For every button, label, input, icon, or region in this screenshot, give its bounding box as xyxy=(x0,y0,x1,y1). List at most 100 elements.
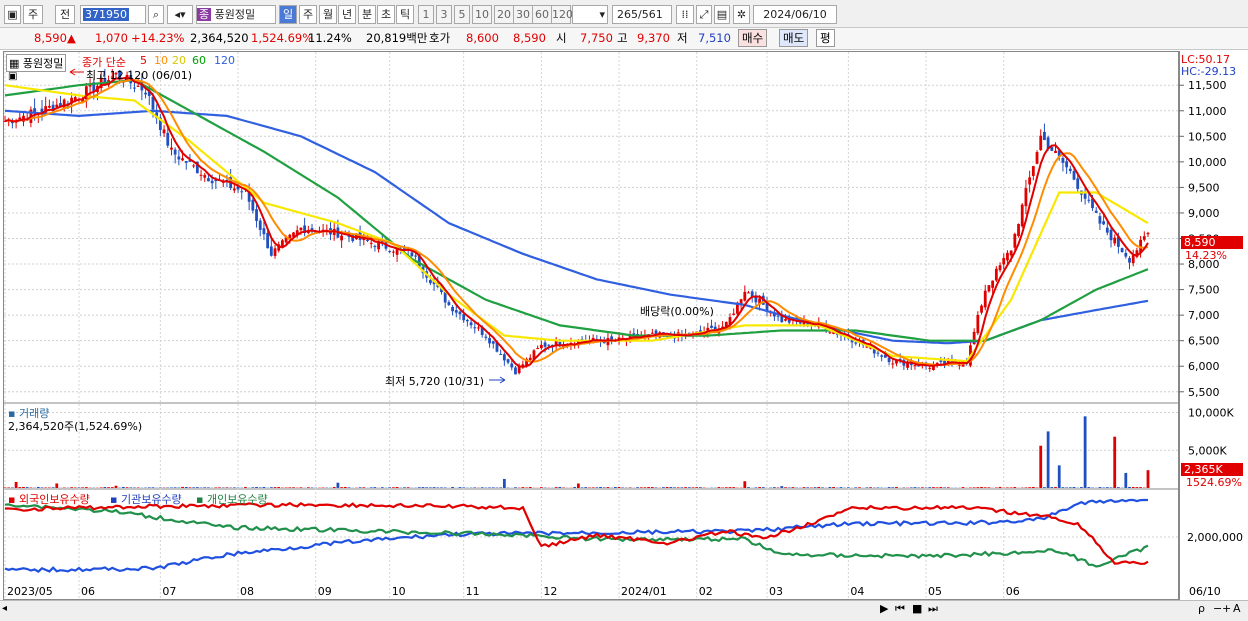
candle-body xyxy=(1087,199,1091,201)
price-tick-label: 10,500 xyxy=(1188,130,1227,143)
volume-bar xyxy=(417,487,421,488)
zoom-minus-icon[interactable]: − xyxy=(1213,602,1222,615)
legend-ma60: 60 xyxy=(192,54,206,67)
candle-body xyxy=(1102,221,1106,225)
volume-bar xyxy=(332,487,336,488)
volume-bar xyxy=(724,487,728,488)
volume-bar xyxy=(262,486,266,488)
candle-body xyxy=(136,85,140,87)
candle-body xyxy=(1061,157,1065,163)
volume-bar xyxy=(110,487,114,488)
foreign-label: ▪ 외국인보유수량 xyxy=(8,493,90,506)
volume-bar xyxy=(591,487,595,488)
candle-body xyxy=(928,367,932,369)
volume-bar xyxy=(125,487,129,488)
candle-body xyxy=(258,220,262,230)
candle-body xyxy=(462,314,466,321)
volume-bar xyxy=(1146,470,1150,488)
candle-body xyxy=(994,268,998,281)
volume-bar xyxy=(480,487,484,488)
ma60-line xyxy=(4,78,1149,342)
zoom-out-icon[interactable]: ρ xyxy=(1198,602,1205,615)
zoom-plus-icon[interactable]: + xyxy=(1222,602,1231,615)
chart-svg[interactable]: 5,5006,0006,5007,0007,5008,0008,5009,000… xyxy=(0,0,1248,621)
volume-bar xyxy=(654,487,658,488)
volume-bar xyxy=(44,487,48,488)
candle-body xyxy=(1020,204,1024,227)
candle-body xyxy=(210,180,214,184)
font-size-icon[interactable]: A xyxy=(1233,602,1241,615)
candle-body xyxy=(502,354,506,361)
volume-bar xyxy=(913,487,917,488)
volume-bar xyxy=(787,487,791,488)
volume-bar xyxy=(1013,487,1017,488)
candle-body xyxy=(536,348,540,350)
price-tag: 8,590 xyxy=(1181,236,1243,249)
volume-bar xyxy=(961,487,965,488)
nav-last-icon[interactable]: ⏭ xyxy=(928,602,938,616)
volume-bar xyxy=(1046,431,1050,488)
price-tick-label: 10,000 xyxy=(1188,156,1227,169)
candle-body xyxy=(199,174,203,176)
volume-bar xyxy=(292,487,295,488)
candle-body xyxy=(539,344,543,349)
candle-body xyxy=(173,149,177,155)
candle-body xyxy=(528,357,532,361)
volume-bar xyxy=(998,486,1002,488)
volume-bar xyxy=(443,487,447,488)
candle-body xyxy=(133,87,136,89)
inst-label: ▪ 기관보유수량 xyxy=(110,493,182,506)
legend-box-icon[interactable]: ▣ xyxy=(8,71,17,82)
candle-body xyxy=(784,319,787,321)
volume-bar xyxy=(994,487,998,488)
volume-bar xyxy=(743,481,747,488)
volume-bar xyxy=(972,487,976,488)
volume-bar xyxy=(440,487,443,488)
candle-body xyxy=(610,336,614,340)
candle-body xyxy=(547,344,551,346)
volume-bar xyxy=(891,487,895,488)
volume-bar xyxy=(647,487,651,488)
volume-bar xyxy=(932,487,935,488)
volume-bar xyxy=(277,487,281,488)
candle-body xyxy=(1028,177,1032,185)
scroll-left-icon[interactable]: ◂ xyxy=(2,603,7,614)
volume-bar xyxy=(617,486,621,488)
volume-bar xyxy=(22,486,25,488)
volume-bar xyxy=(669,487,673,488)
volume-bar xyxy=(70,487,73,488)
volume-bar xyxy=(99,487,103,488)
candle-body xyxy=(1013,233,1017,248)
vol-tag: 2,365K xyxy=(1181,463,1243,476)
volume-bar xyxy=(576,483,580,488)
volume-bar xyxy=(976,487,980,488)
volume-bar xyxy=(662,487,665,488)
volume-bar xyxy=(754,487,758,488)
volume-bar xyxy=(521,487,525,488)
volume-bar xyxy=(181,486,184,488)
price-tick-label: 7,500 xyxy=(1188,284,1220,297)
nav-stop-icon[interactable]: ■ xyxy=(912,602,922,615)
candle-body xyxy=(887,357,891,363)
volume-bar xyxy=(340,487,344,488)
volume-bar xyxy=(528,487,532,488)
volume-bar xyxy=(695,487,699,488)
candle-body xyxy=(255,209,258,221)
nav-first-icon[interactable]: ⏮ xyxy=(895,602,905,616)
volume-bar xyxy=(854,487,858,488)
price-tick-label: 5,500 xyxy=(1188,386,1220,399)
low-annotation: 최저 5,720 (10/31) xyxy=(385,375,485,388)
volume-bar xyxy=(269,487,273,488)
volume-bar xyxy=(170,487,173,488)
volume-bar xyxy=(3,487,7,488)
candle-body xyxy=(828,332,832,334)
x-tick-label: 2024/01 xyxy=(621,585,667,598)
low-arrow xyxy=(489,376,506,384)
candle-body xyxy=(428,279,432,284)
legend-ma5: 5 xyxy=(140,54,147,67)
indiv-label: ▪ 개인보유수량 xyxy=(196,493,268,506)
candle-body xyxy=(162,129,166,134)
volume-bar xyxy=(195,487,199,488)
nav-play-icon[interactable]: ▶ xyxy=(880,602,888,615)
volume-bar xyxy=(1024,487,1028,488)
